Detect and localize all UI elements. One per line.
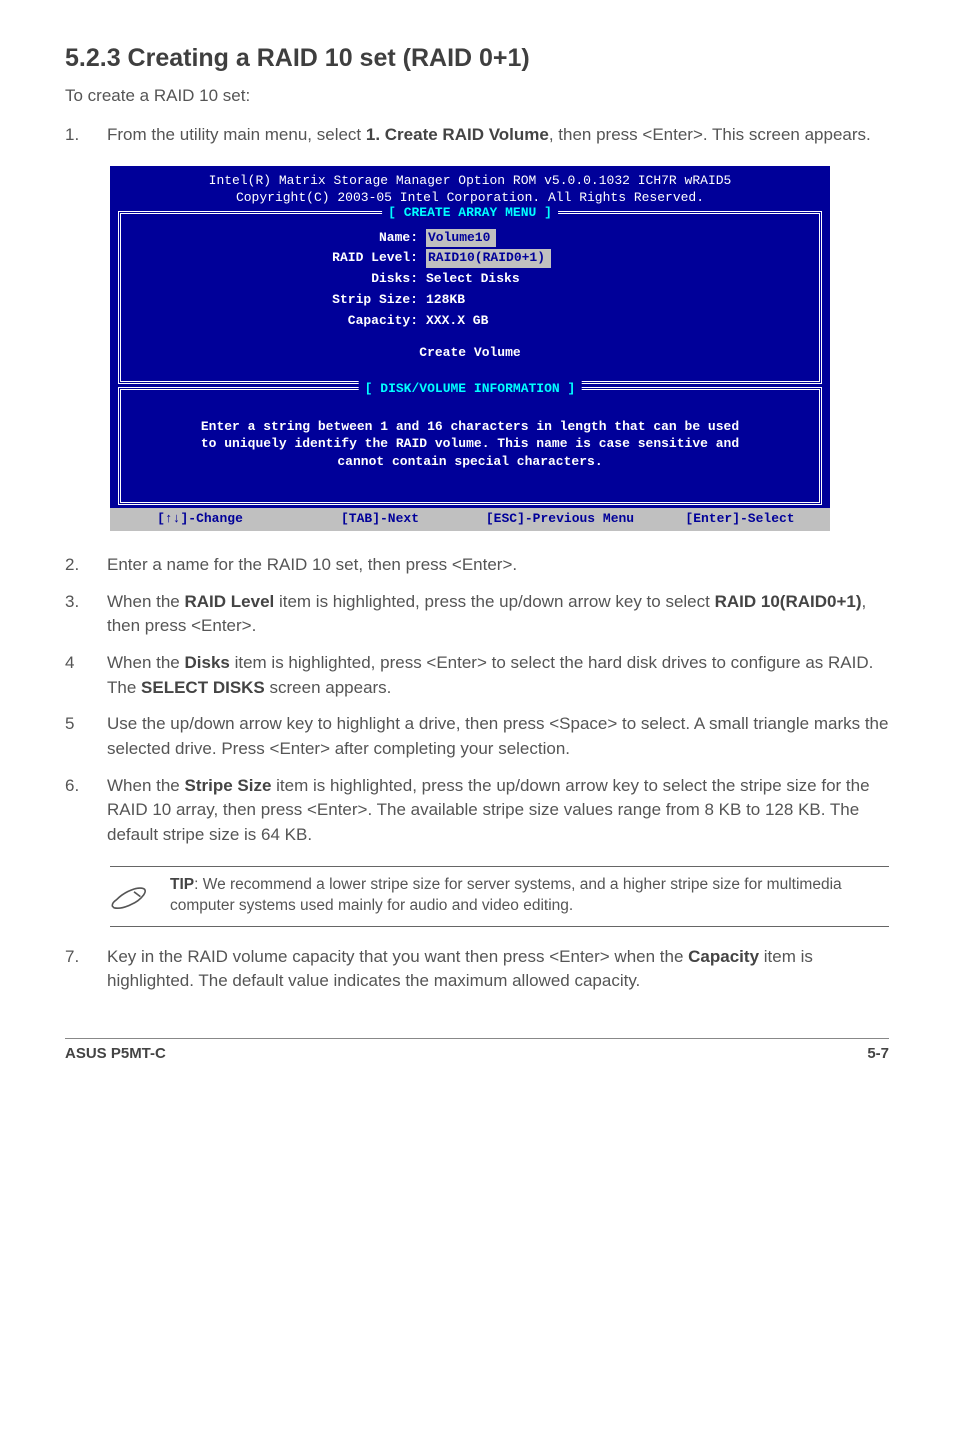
- tip-box: TIP: We recommend a lower stripe size fo…: [110, 866, 889, 927]
- bios-create-array-panel: [ CREATE ARRAY MENU ] Name: Volume10 RAI…: [118, 211, 822, 384]
- step-4: 4 When the Disks item is highlighted, pr…: [65, 651, 889, 700]
- bios-footer-prev: [ESC]-Previous Menu: [470, 510, 650, 529]
- step4-d: screen appears.: [265, 678, 392, 697]
- step7-b1: Capacity: [688, 947, 759, 966]
- step-5: 5 Use the up/down arrow key to highlight…: [65, 712, 889, 761]
- bios-raid-value[interactable]: RAID10(RAID0+1): [426, 249, 551, 268]
- step1-pre: From the utility main menu, select: [107, 125, 366, 144]
- step6-a: When the: [107, 776, 185, 795]
- step3-c: item is highlighted, press the up/down a…: [274, 592, 714, 611]
- step-7: 7. Key in the RAID volume capacity that …: [65, 945, 889, 994]
- bios-screenshot: Intel(R) Matrix Storage Manager Option R…: [110, 166, 830, 532]
- bios-footer-next: [TAB]-Next: [290, 510, 470, 529]
- step4-a: When the: [107, 653, 185, 672]
- step3-a: When the: [107, 592, 185, 611]
- step-1: 1. From the utility main menu, select 1.…: [65, 123, 889, 148]
- bios-header: Intel(R) Matrix Storage Manager Option R…: [110, 172, 830, 207]
- step-number: 5: [65, 712, 107, 761]
- bios-disks-value[interactable]: Select Disks: [426, 270, 520, 289]
- step1-bold: 1. Create RAID Volume: [366, 125, 549, 144]
- step1-post: , then press <Enter>. This screen appear…: [549, 125, 871, 144]
- step-number: 4: [65, 651, 107, 700]
- bios-strip-label: Strip Size:: [131, 291, 426, 310]
- step-6: 6. When the Stripe Size item is highligh…: [65, 774, 889, 848]
- step4-b1: Disks: [185, 653, 230, 672]
- footer-right: 5-7: [867, 1043, 889, 1065]
- step4-b2: SELECT DISKS: [141, 678, 265, 697]
- step7-a: Key in the RAID volume capacity that you…: [107, 947, 688, 966]
- bios-help-text: Enter a string between 1 and 16 characte…: [131, 398, 809, 493]
- bios-capacity-label: Capacity:: [131, 312, 426, 331]
- bios-footer: [↑↓]-Change [TAB]-Next [ESC]-Previous Me…: [110, 508, 830, 531]
- tip-body: : We recommend a lower stripe size for s…: [170, 876, 842, 914]
- bios-panel-title-create: [ CREATE ARRAY MENU ]: [382, 204, 558, 223]
- bios-capacity-value[interactable]: XXX.X GB: [426, 312, 488, 331]
- bios-disks-label: Disks:: [131, 270, 426, 289]
- step-number: 2.: [65, 553, 107, 578]
- step-number: 6.: [65, 774, 107, 848]
- bios-raid-label: RAID Level:: [131, 249, 426, 268]
- bios-panel-title-info: [ DISK/VOLUME INFORMATION ]: [359, 380, 582, 399]
- step-number: 3.: [65, 590, 107, 639]
- step-number: 1.: [65, 123, 107, 148]
- step5-text: Use the up/down arrow key to highlight a…: [107, 712, 889, 761]
- bios-name-label: Name:: [131, 229, 426, 248]
- page-footer: ASUS P5MT-C 5-7: [65, 1038, 889, 1065]
- bios-footer-select: [Enter]-Select: [650, 510, 830, 529]
- step2-text: Enter a name for the RAID 10 set, then p…: [107, 553, 889, 578]
- bios-footer-change: [↑↓]-Change: [110, 510, 290, 529]
- step-2: 2. Enter a name for the RAID 10 set, the…: [65, 553, 889, 578]
- tip-text: TIP: We recommend a lower stripe size fo…: [170, 875, 885, 917]
- step6-b1: Stripe Size: [185, 776, 272, 795]
- footer-left: ASUS P5MT-C: [65, 1043, 166, 1065]
- bios-strip-value[interactable]: 128KB: [426, 291, 465, 310]
- step3-b1: RAID Level: [185, 592, 275, 611]
- note-icon: [110, 875, 152, 918]
- section-heading: 5.2.3 Creating a RAID 10 set (RAID 0+1): [65, 40, 889, 76]
- step-number: 7.: [65, 945, 107, 994]
- intro-text: To create a RAID 10 set:: [65, 84, 889, 109]
- tip-label: TIP: [170, 876, 194, 893]
- bios-name-value[interactable]: Volume10: [426, 229, 496, 248]
- step-3: 3. When the RAID Level item is highlight…: [65, 590, 889, 639]
- bios-info-panel: [ DISK/VOLUME INFORMATION ] Enter a stri…: [118, 387, 822, 506]
- bios-create-volume[interactable]: Create Volume: [131, 344, 809, 363]
- step3-b2: RAID 10(RAID0+1): [715, 592, 862, 611]
